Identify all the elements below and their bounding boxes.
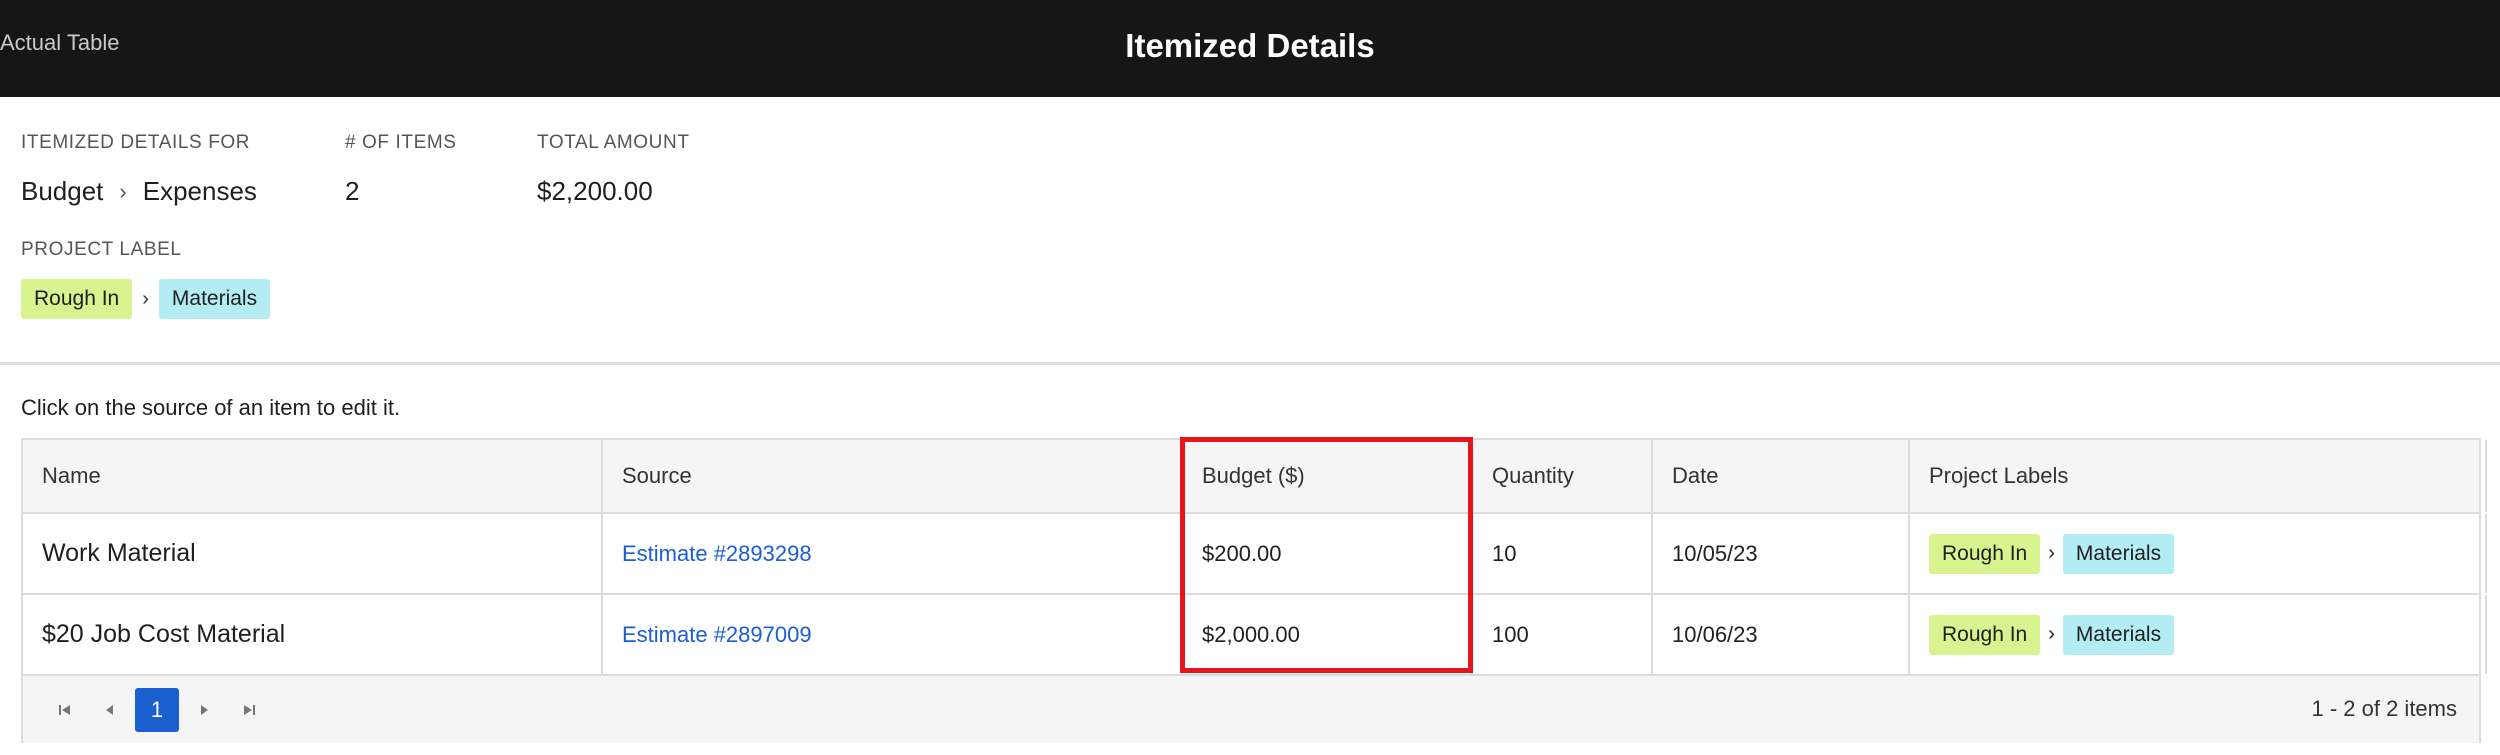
path-expenses: Expenses <box>142 176 257 206</box>
section-divider <box>0 362 2500 365</box>
last-page-icon[interactable] <box>227 688 271 732</box>
current-page-button[interactable]: 1 <box>135 688 179 732</box>
cell-project-labels: Rough In › Materials <box>1910 514 2487 593</box>
total-amount-value: $2,200.00 <box>537 176 653 206</box>
cell-budget: $2,000.00 <box>1183 595 1473 674</box>
table-row: Work Material Estimate #2893298 $200.00 … <box>23 514 2487 595</box>
itemized-for-label: ITEMIZED DETAILS FOR <box>21 132 251 153</box>
tag-materials: Materials <box>158 279 271 319</box>
project-label-label: PROJECT LABEL <box>21 239 182 260</box>
item-count-value: 2 <box>345 176 360 206</box>
project-tags: Rough In › Materials <box>21 279 271 319</box>
source-link[interactable]: Estimate #2897009 <box>622 622 812 648</box>
cell-name: Work Material <box>23 514 603 593</box>
cell-name: $20 Job Cost Material <box>23 595 603 674</box>
table-row: $20 Job Cost Material Estimate #2897009 … <box>23 595 2487 676</box>
path-budget: Budget <box>21 176 104 206</box>
cell-source: Estimate #2897009 <box>603 595 1183 674</box>
project-label-field: PROJECT LABEL Rough In › Materials <box>21 239 271 319</box>
tag-rough-in: Rough In <box>21 279 133 319</box>
column-header-project-labels[interactable]: Project Labels <box>1910 440 2487 512</box>
column-header-source[interactable]: Source <box>603 440 1183 512</box>
tag-materials: Materials <box>2062 614 2175 655</box>
pager-info: 1 - 2 of 2 items <box>2311 696 2457 721</box>
item-count-label: # OF ITEMS <box>345 132 457 153</box>
page-title: Itemized Details <box>1125 27 1375 64</box>
cell-date: 10/06/23 <box>1653 595 1910 674</box>
column-header-quantity[interactable]: Quantity <box>1473 440 1653 512</box>
cell-quantity: 10 <box>1473 514 1653 593</box>
chevron-right-icon: › <box>142 287 149 310</box>
tag-rough-in: Rough In <box>1929 533 2041 574</box>
itemized-for-path: Budget › Expenses <box>21 176 257 207</box>
cell-date: 10/05/23 <box>1653 514 1910 593</box>
chevron-right-icon: › <box>2048 542 2055 564</box>
itemized-table: Name Source Budget ($) Quantity Date Pro… <box>21 438 2487 743</box>
pager-nav: 1 <box>43 688 271 732</box>
chevron-right-icon: › <box>2048 623 2055 645</box>
source-link[interactable]: Estimate #2893298 <box>622 541 812 567</box>
total-amount-field: TOTAL AMOUNT $2,200.00 <box>537 132 690 207</box>
column-header-budget[interactable]: Budget ($) <box>1183 440 1473 512</box>
total-amount-label: TOTAL AMOUNT <box>537 132 690 153</box>
top-bar: Actual Table Itemized Details <box>0 0 2500 97</box>
prev-page-icon[interactable] <box>87 688 131 732</box>
cell-source: Estimate #2893298 <box>603 514 1183 593</box>
tag-materials: Materials <box>2062 533 2175 574</box>
table-header-row: Name Source Budget ($) Quantity Date Pro… <box>23 440 2487 514</box>
column-header-date[interactable]: Date <box>1653 440 1910 512</box>
cell-budget: $200.00 <box>1183 514 1473 593</box>
edit-hint: Click on the source of an item to edit i… <box>21 395 401 420</box>
itemized-for-field: ITEMIZED DETAILS FOR Budget › Expenses <box>21 132 257 207</box>
column-header-name[interactable]: Name <box>23 440 603 512</box>
first-page-icon[interactable] <box>43 688 87 732</box>
next-page-icon[interactable] <box>183 688 227 732</box>
chevron-right-icon: › <box>119 178 127 204</box>
tag-rough-in: Rough In <box>1929 614 2041 655</box>
summary-section: ITEMIZED DETAILS FOR Budget › Expenses #… <box>21 132 2481 332</box>
cell-project-labels: Rough In › Materials <box>1910 595 2487 674</box>
pager-bar: 1 1 - 2 of 2 items <box>23 676 2479 743</box>
cell-quantity: 100 <box>1473 595 1653 674</box>
item-count-field: # OF ITEMS 2 <box>345 132 457 207</box>
